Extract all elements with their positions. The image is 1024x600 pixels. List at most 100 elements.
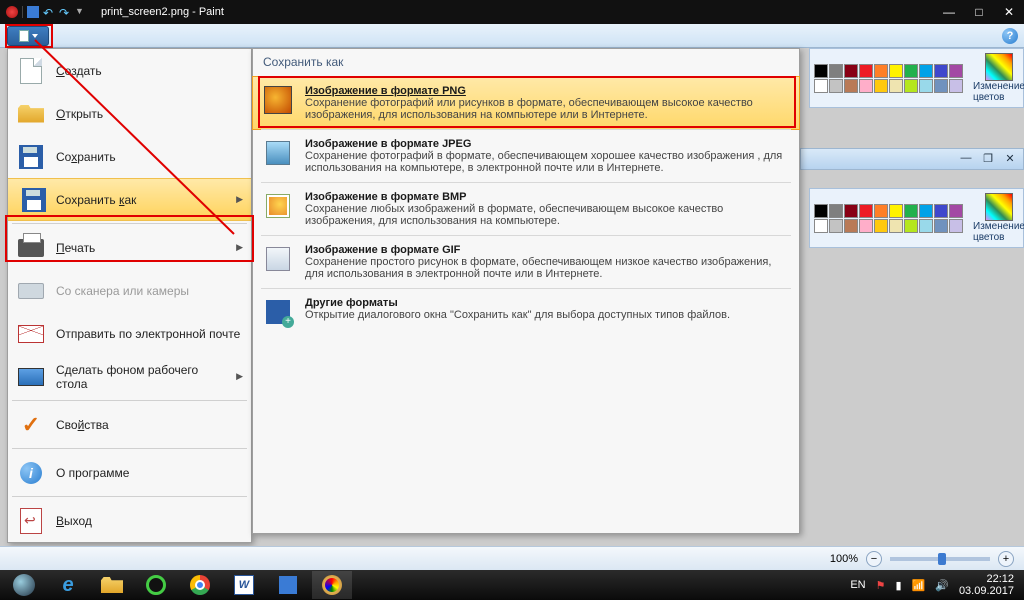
minimize-button[interactable]: — (934, 0, 964, 24)
color-swatch[interactable] (874, 64, 888, 78)
submenu-item-gif[interactable]: Изображение в формате GIF Сохранение про… (253, 236, 799, 288)
color-swatch[interactable] (814, 79, 828, 93)
color-swatch[interactable] (949, 64, 963, 78)
color-swatch[interactable] (844, 204, 858, 218)
color-swatch[interactable] (829, 79, 843, 93)
menu-item-print[interactable]: Печать ▶ (8, 226, 251, 269)
color-swatch[interactable] (949, 204, 963, 218)
color-swatch[interactable] (949, 219, 963, 233)
jpeg-format-icon (266, 141, 290, 165)
taskbar-word[interactable]: W (224, 571, 264, 599)
clock-time: 22:12 (959, 573, 1014, 585)
taskbar-paint[interactable] (312, 571, 352, 599)
mail-icon (18, 325, 44, 343)
tray-network-icon[interactable]: 📶 (912, 579, 926, 592)
color-swatch[interactable] (934, 79, 948, 93)
color-swatch[interactable] (844, 64, 858, 78)
color-swatch[interactable] (889, 204, 903, 218)
taskbar-chrome[interactable] (180, 571, 220, 599)
color-swatch[interactable] (814, 64, 828, 78)
color-swatch[interactable] (934, 204, 948, 218)
color-swatch[interactable] (949, 79, 963, 93)
start-button[interactable] (4, 571, 44, 599)
restore-doc-button[interactable]: ❐ (981, 152, 995, 166)
taskbar-clock[interactable]: 22:12 03.09.2017 (959, 573, 1014, 597)
menu-item-about[interactable]: i О программе (8, 451, 251, 494)
zoom-level: 100% (830, 553, 858, 565)
maximize-button[interactable]: □ (964, 0, 994, 24)
color-swatches[interactable] (814, 204, 963, 233)
menu-item-exit[interactable]: Выход (8, 499, 251, 542)
color-swatch[interactable] (814, 219, 828, 233)
color-swatch[interactable] (874, 79, 888, 93)
color-swatch[interactable] (919, 204, 933, 218)
zoom-in-button[interactable]: + (998, 551, 1014, 567)
color-swatch[interactable] (904, 64, 918, 78)
taskbar-app-blue[interactable] (268, 571, 308, 599)
color-swatch[interactable] (904, 79, 918, 93)
menu-item-properties[interactable]: ✓ Свойства (8, 403, 251, 446)
color-swatch[interactable] (919, 79, 933, 93)
color-swatch[interactable] (829, 219, 843, 233)
menu-item-new[interactable]: Создать (8, 49, 251, 92)
zoom-out-button[interactable]: − (866, 551, 882, 567)
tray-volume-icon[interactable]: 🔊 (935, 579, 949, 592)
menu-item-desktop-bg[interactable]: Сделать фоном рабочего стола ▶ (8, 355, 251, 398)
menu-label: Сохранить как (56, 193, 136, 207)
color-swatch[interactable] (859, 204, 873, 218)
color-swatch[interactable] (889, 219, 903, 233)
color-swatch[interactable] (904, 219, 918, 233)
color-swatch[interactable] (889, 64, 903, 78)
submenu-item-jpeg[interactable]: Изображение в формате JPEG Сохранение фо… (253, 130, 799, 182)
submenu-item-title: Другие форматы (305, 297, 789, 309)
help-icon[interactable]: ? (1002, 28, 1018, 44)
color-swatch[interactable] (919, 64, 933, 78)
color-swatch[interactable] (934, 64, 948, 78)
menu-item-save-as[interactable]: Сохранить как ▶ (8, 178, 251, 221)
color-swatch[interactable] (814, 204, 828, 218)
redo-icon[interactable]: ↷ (59, 6, 71, 18)
color-swatch[interactable] (844, 79, 858, 93)
undo-icon[interactable]: ↶ (43, 6, 55, 18)
color-swatch[interactable] (874, 204, 888, 218)
taskbar-ie[interactable]: e (48, 571, 88, 599)
minimize-doc-button[interactable]: — (959, 152, 973, 166)
close-doc-button[interactable]: ✕ (1003, 152, 1017, 166)
file-menu-button[interactable] (7, 26, 49, 46)
color-swatch[interactable] (889, 79, 903, 93)
color-swatch[interactable] (829, 204, 843, 218)
submenu-item-png[interactable]: Изображение в формате PNG Сохранение фот… (252, 76, 800, 130)
edit-colors-button[interactable]: Изменение цветов (973, 53, 1024, 103)
color-swatch[interactable] (859, 219, 873, 233)
close-button[interactable]: ✕ (994, 0, 1024, 24)
zoom-slider[interactable] (890, 557, 990, 561)
ribbon-header: ? (0, 24, 1024, 48)
slider-thumb[interactable] (938, 553, 946, 565)
edit-colors-label: Изменение цветов (973, 81, 1024, 103)
color-swatch[interactable] (859, 79, 873, 93)
save-icon[interactable] (27, 6, 39, 18)
submenu-item-other[interactable]: Другие форматы Открытие диалогового окна… (253, 289, 799, 335)
menu-item-save[interactable]: Сохранить (8, 135, 251, 178)
menu-item-email[interactable]: Отправить по электронной почте (8, 312, 251, 355)
taskbar-app-green[interactable] (136, 571, 176, 599)
color-swatch[interactable] (829, 64, 843, 78)
color-swatch[interactable] (904, 204, 918, 218)
edit-colors-button[interactable]: Изменение цветов (973, 193, 1024, 243)
color-swatch[interactable] (859, 64, 873, 78)
language-indicator[interactable]: EN (850, 579, 865, 591)
submenu-item-bmp[interactable]: Изображение в формате BMP Сохранение люб… (253, 183, 799, 235)
tray-flag-icon[interactable]: ⚑ (876, 579, 886, 592)
color-swatches[interactable] (814, 64, 963, 93)
color-swatch[interactable] (919, 219, 933, 233)
color-swatch[interactable] (934, 219, 948, 233)
checkmark-icon: ✓ (22, 412, 40, 438)
tray-battery-icon[interactable]: ▮ (895, 579, 901, 592)
menu-label: Сохранить (56, 150, 116, 164)
color-swatch[interactable] (844, 219, 858, 233)
taskbar-explorer[interactable] (92, 571, 132, 599)
menu-item-open[interactable]: Открыть (8, 92, 251, 135)
submenu-item-title: Изображение в формате JPEG (305, 138, 789, 150)
color-swatch[interactable] (874, 219, 888, 233)
dropdown-icon[interactable]: ▼ (75, 6, 87, 18)
